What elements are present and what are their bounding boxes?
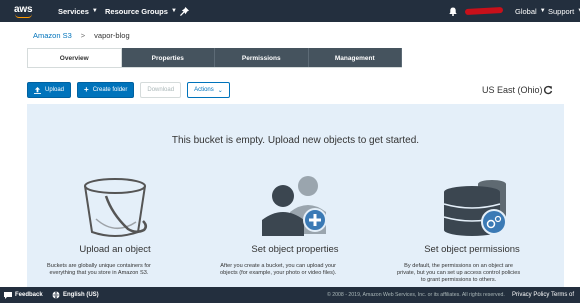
globe-icon [52, 291, 60, 299]
download-label: Download [147, 87, 175, 93]
tab-properties[interactable]: Properties [121, 48, 215, 68]
support-menu[interactable]: Support ▼ [548, 0, 580, 22]
chevron-down-icon: ▼ [539, 8, 546, 14]
description-line: After you create a bucket, you can uploa… [220, 263, 336, 269]
object-toolbar: Upload + Create folder Download Actions … [27, 82, 230, 98]
description-line: objects (for example, your photo or vide… [220, 270, 337, 276]
set-properties-title: Set object properties [251, 244, 339, 255]
support-label: Support [548, 6, 575, 16]
create-folder-button[interactable]: + Create folder [77, 82, 135, 98]
chevron-down-icon: ⌄ [217, 87, 223, 94]
set-permissions-title: Set object permissions [424, 244, 520, 255]
language-selector[interactable]: English (US) [52, 287, 99, 303]
chevron-down-icon: ▼ [170, 8, 177, 14]
chat-bubble-icon [4, 291, 12, 299]
aws-logo-text: aws [14, 3, 33, 15]
services-menu[interactable]: Services ▼ [58, 0, 98, 22]
feedback-label: Feedback [15, 292, 43, 298]
terms-link[interactable]: Terms of [551, 287, 574, 303]
language-label: English (US) [63, 292, 99, 298]
set-permissions-description: By default, the permissions on an object… [397, 263, 520, 284]
bucket-region: US East (Ohio) [482, 85, 543, 95]
bucket-tabs: Overview Properties Permissions Manageme… [27, 48, 402, 68]
bell-icon[interactable] [448, 0, 458, 22]
chevron-down-icon: ▼ [91, 8, 98, 14]
copyright-text: © 2008 - 2019, Amazon Web Services, Inc.… [327, 292, 505, 298]
breadcrumb: Amazon S3 > vapor-blog [33, 29, 130, 41]
region-label: Global [515, 6, 537, 16]
description-line: everything that you store in Amazon S3. [49, 270, 149, 276]
aws-logo[interactable]: aws [14, 0, 40, 22]
breadcrumb-amazon-s3[interactable]: Amazon S3 [33, 31, 72, 40]
description-line: private, but you can set up access contr… [397, 270, 521, 276]
tabs-divider [27, 67, 402, 68]
console-footer: Feedback English (US) © 2008 - 2019, Ama… [0, 287, 580, 303]
upload-icon [34, 86, 41, 94]
tab-management[interactable]: Management [308, 48, 402, 68]
tab-permissions[interactable]: Permissions [215, 48, 309, 68]
breadcrumb-separator: > [80, 30, 86, 40]
pin-icon[interactable] [180, 0, 189, 22]
resource-groups-menu[interactable]: Resource Groups ▼ [105, 0, 177, 22]
feedback-button[interactable]: Feedback [4, 287, 43, 303]
upload-object-title: Upload an object [79, 244, 151, 255]
aws-smile-icon [15, 14, 32, 18]
description-line: Buckets are globally unique containers f… [47, 263, 151, 269]
description-line: By default, the permissions on an object… [404, 263, 513, 269]
tab-overview[interactable]: Overview [27, 48, 122, 68]
actions-dropdown[interactable]: Actions ⌄ [187, 82, 230, 98]
upload-object-description: Buckets are globally unique containers f… [47, 263, 151, 277]
database-gear-icon [443, 180, 507, 236]
top-navigation-bar: aws Services ▼ Resource Groups ▼ Global … [0, 0, 580, 22]
refresh-icon[interactable] [543, 85, 553, 95]
account-menu[interactable] [464, 0, 505, 22]
empty-bucket-message: This bucket is empty. Upload new objects… [171, 135, 420, 146]
resource-groups-label: Resource Groups [105, 6, 168, 16]
region-menu[interactable]: Global ▼ [515, 0, 546, 22]
plus-icon: + [84, 85, 89, 94]
description-line: to grant permissions to others. [420, 277, 497, 283]
redacted-account-name [464, 7, 504, 15]
services-label: Services [58, 6, 89, 16]
upload-button[interactable]: Upload [27, 82, 72, 98]
breadcrumb-current-bucket: vapor-blog [94, 30, 130, 40]
users-add-icon [262, 176, 327, 236]
privacy-policy-link[interactable]: Privacy Policy [512, 287, 549, 303]
empty-bucket-panel: This bucket is empty. Upload new objects… [27, 104, 564, 291]
upload-label: Upload [45, 87, 65, 93]
bucket-icon [84, 178, 147, 237]
create-folder-label: Create folder [92, 87, 128, 93]
actions-label: Actions [194, 87, 214, 93]
set-properties-description: After you create a bucket, you can uploa… [220, 263, 336, 277]
download-button[interactable]: Download [140, 82, 182, 98]
